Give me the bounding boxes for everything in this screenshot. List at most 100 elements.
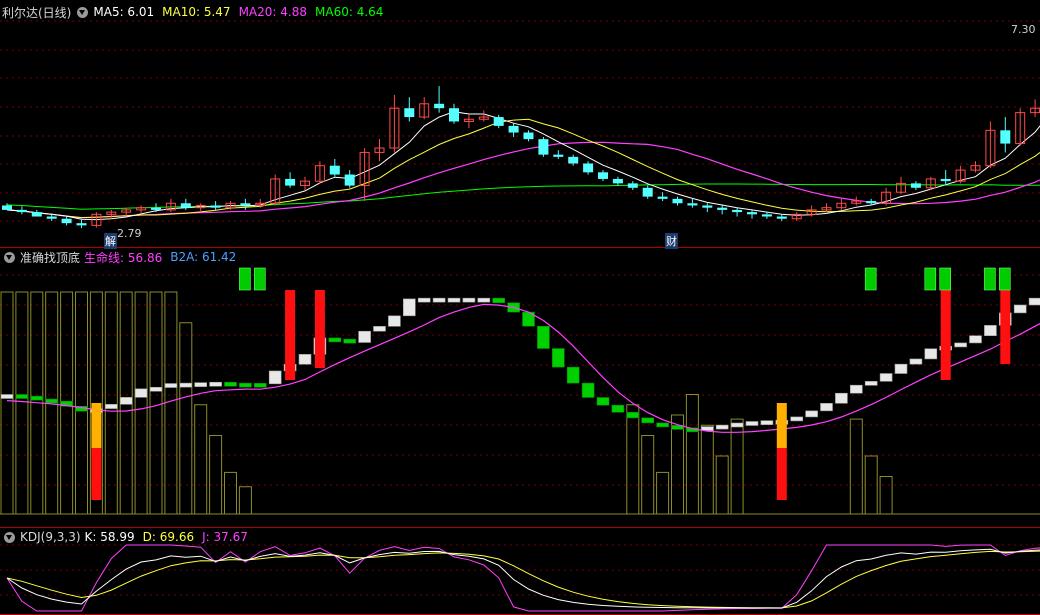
ma20-line [6, 141, 1040, 219]
indicator-bar-up [835, 392, 848, 404]
indicator-bar-up [924, 348, 938, 360]
indicator-bar-down [537, 325, 550, 349]
candle-down [404, 108, 415, 118]
candle-down [16, 209, 27, 213]
top-marker-green [864, 267, 877, 291]
kdj-k-value: K: 58.99 [84, 530, 135, 544]
indicator-bar-up [432, 297, 446, 303]
olive-bar [879, 476, 893, 515]
indicator-bar-down [626, 411, 640, 419]
indicator-bar-up [447, 297, 461, 303]
olive-bar [641, 435, 655, 515]
candle-down [508, 125, 519, 133]
life-line-value: 生命线: 56.86 [84, 250, 163, 265]
bottom-signal-red [91, 448, 102, 500]
indicator-bar-down [343, 338, 357, 344]
indicator-bar-up [745, 421, 759, 426]
main-pane-header: 利尔达(日线) MA5: 6.01 MA10: 5.47 MA20: 4.88 … [2, 3, 391, 21]
indicator-bar-up [849, 384, 863, 394]
candle-down [583, 163, 594, 173]
indicator-bar-down [611, 404, 625, 413]
indicator-bar-up [864, 381, 878, 386]
kdj-j-value: J: 37.67 [202, 530, 248, 544]
indicator-bar-down [566, 366, 580, 384]
candle-down [761, 214, 772, 217]
chevron-down-icon[interactable] [4, 531, 15, 543]
bottom-signal-yellow [776, 403, 787, 448]
ma5-value: MA5: 6.01 [93, 5, 155, 19]
indicator-bar-down [224, 381, 237, 387]
indicator-bar-up [402, 298, 416, 317]
top-marker-green [239, 267, 251, 291]
candle-down [285, 178, 296, 186]
unlock-marker[interactable]: 解 [104, 233, 117, 249]
olive-bar [224, 471, 237, 515]
chevron-down-icon[interactable] [4, 251, 15, 263]
indicator-bar-up [0, 394, 14, 399]
kdj-k-line [6, 548, 1040, 609]
ma60-line [6, 183, 1040, 210]
candle-down [940, 178, 951, 182]
kdj-d-value: D: 69.66 [142, 530, 195, 544]
indicator-bar-up [149, 386, 163, 392]
top-marker-green [998, 267, 1011, 291]
candle-down [732, 209, 743, 213]
indicator-bar-up [730, 422, 744, 428]
candle-down [598, 172, 608, 179]
candlesticks[interactable] [2, 29, 1040, 229]
olive-bar [671, 414, 684, 515]
indicator-bar-up [969, 335, 982, 344]
moving-average-lines [6, 111, 1040, 221]
candle-down [523, 132, 534, 140]
finance-marker[interactable]: 财 [665, 233, 678, 249]
indicator-bar-up [760, 420, 774, 425]
olive-bar [134, 291, 148, 515]
candle-down [672, 198, 683, 204]
ma10-line [6, 118, 1040, 219]
grid-lines [0, 20, 1040, 615]
indicator-bar-up [1028, 297, 1040, 306]
indicator-bar-down [596, 397, 610, 406]
chevron-down-icon[interactable] [77, 6, 89, 18]
indicator-bar-up [119, 397, 133, 405]
indicator-bar-up [477, 297, 491, 303]
candle-down [2, 205, 12, 210]
indicator-bar-up [105, 404, 118, 409]
candle-down [151, 207, 161, 210]
candle-down [31, 212, 42, 217]
indicator-bar-up [790, 416, 804, 422]
low-price-label: 2.79 [117, 227, 142, 240]
indicator-bar-up [358, 330, 371, 343]
stock-chart[interactable] [0, 0, 1040, 615]
kdj-j-line [6, 544, 1040, 612]
top-marker-green [254, 267, 266, 291]
candle-down [46, 216, 57, 219]
indicator-bar-up [1013, 304, 1027, 314]
candle-down [76, 223, 87, 226]
candle-down [627, 183, 638, 188]
ma20-value: MA20: 4.88 [238, 5, 307, 19]
candle-down [702, 205, 713, 208]
indicator-bar-up [894, 363, 908, 374]
indicator-bar-down [30, 395, 44, 401]
indicator-bar-up [134, 388, 148, 398]
indicator-bar-up [268, 370, 282, 385]
indicator-bar-up [715, 424, 729, 430]
olive-bar [626, 404, 640, 515]
candle-down [240, 203, 251, 206]
indicator-bar-down [656, 422, 669, 428]
candle-down [1000, 130, 1011, 144]
candle-down [538, 139, 549, 155]
top-marker-green [939, 267, 952, 291]
ma10-value: MA10: 5.47 [162, 5, 231, 19]
b2a-value: B2A: 61.42 [170, 250, 237, 264]
olive-bar [849, 418, 863, 515]
olive-bar [0, 291, 14, 515]
indicator-bar-up [879, 373, 893, 382]
top-signal-red [285, 290, 296, 380]
olive-bar [730, 418, 744, 515]
indicator-title: 准确找顶底 [20, 250, 81, 265]
indicator-pane-header: 准确找顶底 生命线: 56.86 B2A: 61.42 [2, 248, 244, 266]
olive-bar [656, 471, 670, 515]
indicator-bar-up [209, 381, 222, 387]
